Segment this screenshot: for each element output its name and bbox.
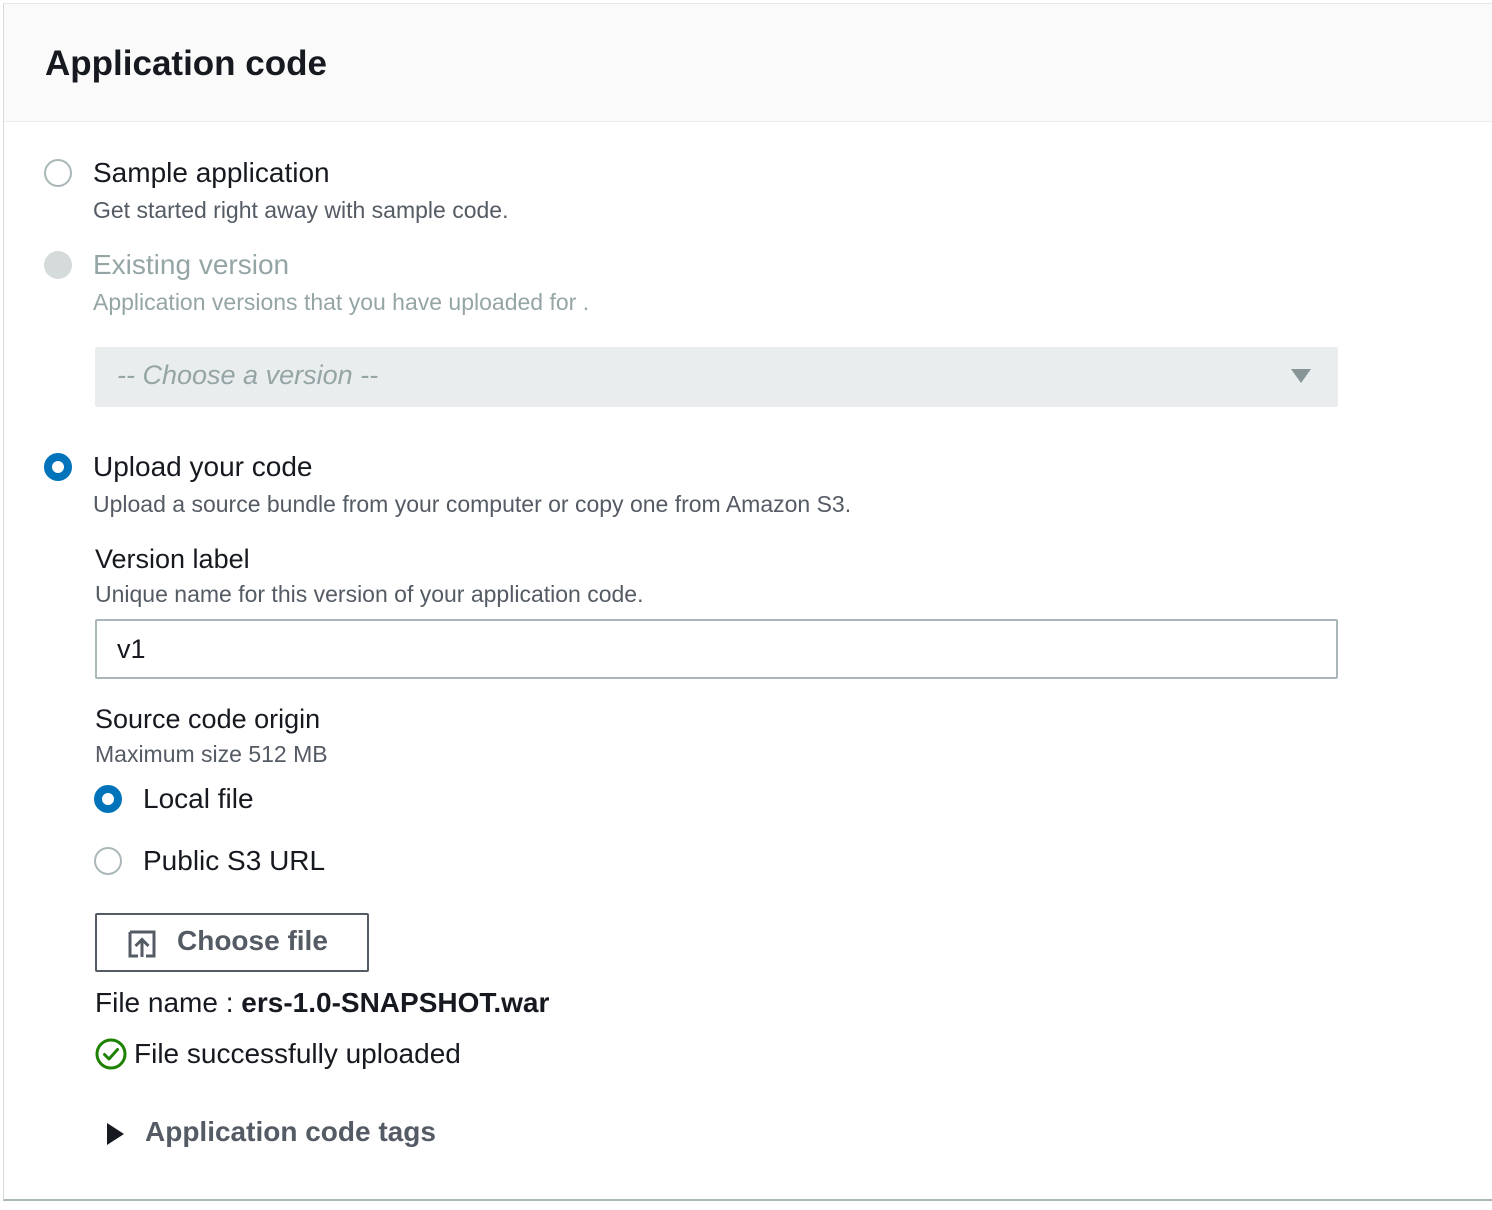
public-s3-url-radio[interactable]	[94, 847, 122, 875]
choose-file-label: Choose file	[177, 925, 328, 956]
public-s3-url-label[interactable]: Public S3 URL	[143, 844, 325, 878]
upload-code-label[interactable]: Upload your code	[93, 450, 312, 484]
caret-down-icon	[1291, 369, 1311, 383]
local-file-radio[interactable]	[94, 785, 122, 813]
upload-code-description: Upload a source bundle from your compute…	[93, 491, 852, 517]
upload-code-radio[interactable]	[44, 453, 72, 481]
existing-version-radio	[44, 251, 72, 279]
version-label-description: Unique name for this version of your app…	[95, 581, 644, 607]
application-code-tags-label: Application code tags	[145, 1116, 436, 1147]
source-origin-title: Source code origin	[95, 704, 321, 734]
version-select-placeholder: -- Choose a version --	[117, 360, 379, 390]
file-name-label: File name :	[95, 987, 234, 1018]
local-file-label[interactable]: Local file	[143, 782, 254, 816]
upload-icon	[128, 930, 156, 958]
version-select: -- Choose a version --	[95, 347, 1338, 407]
version-label-title: Version label	[95, 544, 250, 574]
version-label-input[interactable]	[95, 619, 1338, 679]
sample-application-label[interactable]: Sample application	[93, 156, 330, 190]
sample-application-description: Get started right away with sample code.	[93, 197, 509, 223]
upload-status-text: File successfully uploaded	[134, 1038, 461, 1069]
file-name-line: File name : ers-1.0-SNAPSHOT.war	[95, 985, 549, 1021]
choose-file-button[interactable]: Choose file	[95, 913, 369, 972]
panel-title: Application code	[45, 44, 327, 83]
caret-right-icon	[107, 1123, 124, 1145]
existing-version-label: Existing version	[93, 249, 290, 280]
application-code-panel: Application code Sample application Get …	[3, 3, 1492, 1201]
source-origin-description: Maximum size 512 MB	[95, 741, 328, 767]
file-name-value: ers-1.0-SNAPSHOT.war	[241, 987, 550, 1018]
sample-application-radio[interactable]	[44, 159, 72, 187]
existing-version-description: Application versions that you have uploa…	[93, 289, 590, 315]
check-circle-icon	[95, 1038, 127, 1070]
panel-header: Application code	[4, 4, 1492, 122]
